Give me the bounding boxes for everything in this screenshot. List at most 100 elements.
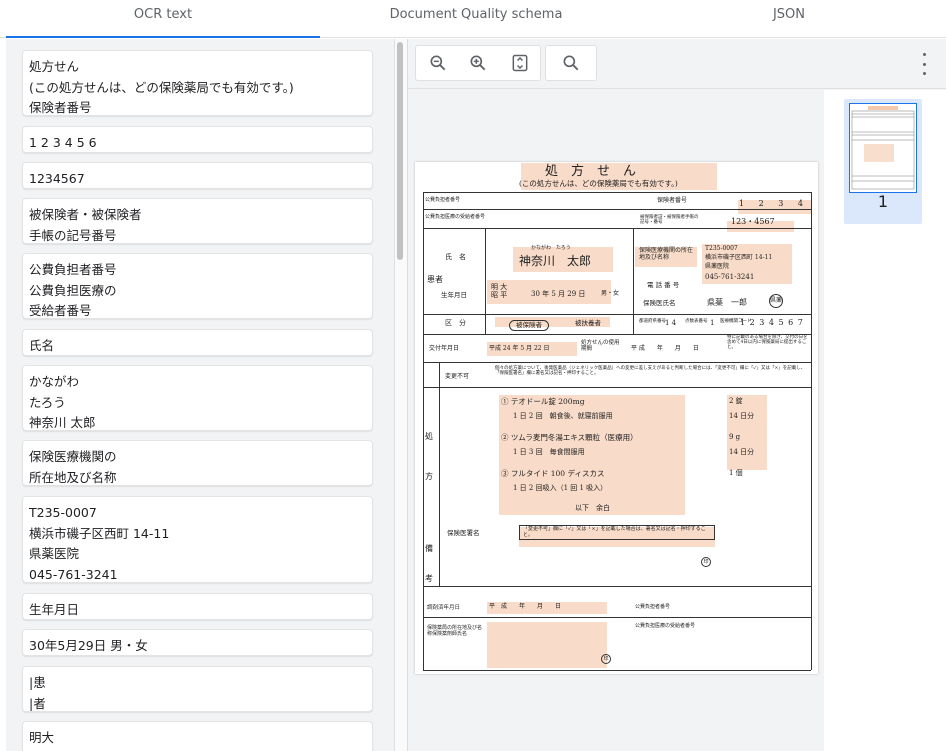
- more-vert-icon[interactable]: [916, 53, 932, 75]
- ocr-block[interactable]: 1234567: [22, 162, 373, 189]
- valid-label: 処方せんの使用期間: [581, 340, 620, 353]
- doctor-stamp: 印: [701, 557, 711, 567]
- patient-name: 神奈川 太郎: [519, 254, 592, 268]
- page-thumbnail[interactable]: 1: [844, 99, 922, 224]
- insurer-number: 1 2 3 4 5 6: [739, 199, 818, 208]
- remarks-side-label: 備考: [425, 544, 433, 583]
- public-recipient-label: 公費負担医療の受給者番号: [425, 214, 486, 220]
- rx-3-line1: ③ フルタイド 100 ディスカス: [501, 469, 605, 478]
- score-table: 1: [710, 319, 715, 327]
- ocr-block[interactable]: |患 |者: [22, 666, 373, 712]
- pharmacy-stamp: 印: [601, 654, 611, 664]
- ocr-block[interactable]: かながわ たろう 神奈川 太郎: [22, 365, 373, 431]
- tab-json[interactable]: JSON: [632, 0, 946, 38]
- sex: 男・女: [601, 290, 620, 297]
- ocr-block[interactable]: 明大: [22, 721, 373, 751]
- bottom-public-payer: 公費負担者番号: [635, 604, 671, 610]
- ocr-block[interactable]: 30年5月29日 男・女: [22, 629, 373, 656]
- thumbnail-panel: 1: [824, 90, 946, 751]
- insured-number: 123・4567: [731, 217, 775, 226]
- rx-end: 以下 余白: [575, 504, 610, 512]
- birth-date: 30 年 5 月 29 日: [531, 290, 586, 298]
- category-label: 区 分: [445, 319, 466, 327]
- ocr-block[interactable]: T235-0007 横浜市磯子区西町 14-11 県薬医院 045-761-32…: [22, 496, 373, 583]
- change-label: 変更不可: [445, 373, 470, 380]
- zoom-out-button[interactable]: [418, 46, 458, 80]
- rx-2-days: 14 日分: [729, 448, 755, 456]
- doctor-seal: 県薬: [769, 294, 783, 308]
- birth-era: 明 大 昭 平: [491, 283, 508, 299]
- category-dependent: 被扶養者: [575, 319, 601, 327]
- phone-label: 電 話 番 号: [647, 281, 680, 289]
- rx-2-line1: ② ツムラ麦門冬湯エキス顆粒（医療用）: [501, 433, 638, 442]
- zoom-out-icon: [430, 55, 446, 71]
- ocr-block[interactable]: 保険医療機関の 所在地及び名称: [22, 440, 373, 486]
- birth-label: 生年月日: [441, 291, 467, 299]
- rx-side-label: 処方: [425, 432, 433, 481]
- valid-note: 特に記載のある場合を除き、交付の日を含めて4日以内に保険薬局に提出すること。: [727, 335, 808, 350]
- zoom-in-button[interactable]: [458, 46, 498, 80]
- ocr-scrollbar[interactable]: [395, 39, 408, 751]
- ocr-block[interactable]: 処方せん (この処方せんは、どの保険薬局でも有効です。) 保険者番号: [22, 50, 373, 116]
- phone: 045-761-3241: [705, 273, 755, 281]
- issue-date-label: 交付年月日: [429, 345, 460, 352]
- inst-code: 1 2 3 4 5 6 7: [740, 318, 804, 327]
- thumbnail-page-number: 1: [877, 192, 889, 211]
- rx-2-qty: 9 g: [729, 433, 741, 441]
- search-control: [545, 45, 597, 81]
- ocr-block[interactable]: 公費負担者番号 公費負担医療の 受給者番号: [22, 253, 373, 319]
- prescription-title: 処 方 せ ん: [545, 164, 637, 179]
- doctor-sign-note: 「変更不可」欄に「✓」又は「×」を記載した場合は、署名又は記名・押印すること。: [519, 525, 715, 540]
- tab-bar: OCR text Document Quality schema JSON: [0, 0, 946, 38]
- active-tab-indicator: [6, 36, 320, 38]
- issue-date: 平成 24 年 5 月 22 日: [489, 345, 550, 352]
- insured-label: 被保険者証・被保険者手帳の記号・番号: [640, 215, 699, 225]
- ocr-block[interactable]: 被保険者・被保険者 手帳の記号番号: [22, 198, 373, 244]
- document-viewer: 処 方 せ ん (この処方せんは、どの保険薬局でも有効です。) 公費負担者番号 …: [408, 39, 946, 751]
- fit-page-icon: [512, 54, 528, 72]
- bottom-public-recipient: 公費負担医療の受給者番号: [635, 623, 696, 629]
- rx-1-days: 14 日分: [729, 412, 755, 420]
- tab-ocr-text[interactable]: OCR text: [6, 0, 320, 38]
- rx-1-line2: 1 日 2 回 朝食後、就寝前服用: [513, 412, 613, 420]
- name-kana: かながわ たろう: [531, 245, 571, 251]
- zoom-controls: [415, 45, 541, 81]
- doctor-label: 保険医氏名: [643, 299, 676, 307]
- rx-3-line2: 1 日 2 回吸入（1 回 1 吸入）: [513, 484, 608, 492]
- tab-document-quality-schema[interactable]: Document Quality schema: [320, 0, 632, 38]
- fit-page-button[interactable]: [500, 46, 540, 80]
- pref-code-label: 都道府県番号: [639, 319, 666, 324]
- doctor-name: 県薬 一郎: [707, 298, 747, 307]
- ocr-block[interactable]: 氏名: [22, 329, 373, 356]
- search-button[interactable]: [551, 46, 591, 80]
- change-note: 個々の処方薬について、後発医薬品（ジェネリック医薬品）への変更に差し支えがあると…: [495, 366, 806, 376]
- name-label: 氏 名: [445, 253, 466, 261]
- thumbnail-preview: [849, 103, 917, 193]
- valid-value: 平 成 年 月 日: [631, 345, 699, 352]
- ocr-block[interactable]: 1 2 3 4 5 6: [22, 126, 373, 153]
- rx-2-line2: 1 日 3 回 毎食間服用: [513, 448, 585, 456]
- insurer-label: 保険者番号: [657, 197, 688, 204]
- dispense-date: 平 成 年 月 日: [489, 603, 562, 610]
- ocr-block[interactable]: 生年月日: [22, 593, 373, 620]
- score-table-label: 点数表番号: [685, 319, 708, 324]
- ocr-highlight: [487, 622, 607, 668]
- pharmacy-label: 保険薬局の所在地及び名称保険薬剤師氏名: [427, 625, 483, 637]
- zoom-in-icon: [470, 55, 486, 71]
- rx-1-qty: 2 錠: [729, 397, 743, 405]
- institution-address: T235-0007 横浜市磯子区西町 14-11 県薬医院: [705, 245, 773, 270]
- scrollbar-thumb[interactable]: [397, 42, 403, 260]
- rx-1-line1: ① テオドール錠 200mg: [501, 397, 585, 406]
- rx-3-qty: 1 個: [729, 469, 743, 477]
- viewer-toolbar: [408, 39, 946, 89]
- dispense-date-label: 調剤済年月日: [427, 605, 461, 611]
- prescription-page: 処 方 せ ん (この処方せんは、どの保険薬局でも有効です。) 公費負担者番号 …: [415, 162, 818, 674]
- doctor-sign-label: 保険医署名: [447, 529, 480, 537]
- institution-label: 保険医療機関の所在地及び名称: [639, 247, 694, 261]
- ocr-text-panel: 処方せん (この処方せんは、どの保険薬局でも有効です。) 保険者番号 1 2 3…: [6, 39, 395, 751]
- public-payer-label: 公費負担者番号: [425, 197, 461, 203]
- pref-code: 1 4: [665, 319, 677, 327]
- prescription-subtitle: (この処方せんは、どの保険薬局でも有効です。): [519, 179, 678, 188]
- category-insured: 被保険者: [509, 320, 549, 332]
- patient-side-label: 患者: [427, 275, 443, 284]
